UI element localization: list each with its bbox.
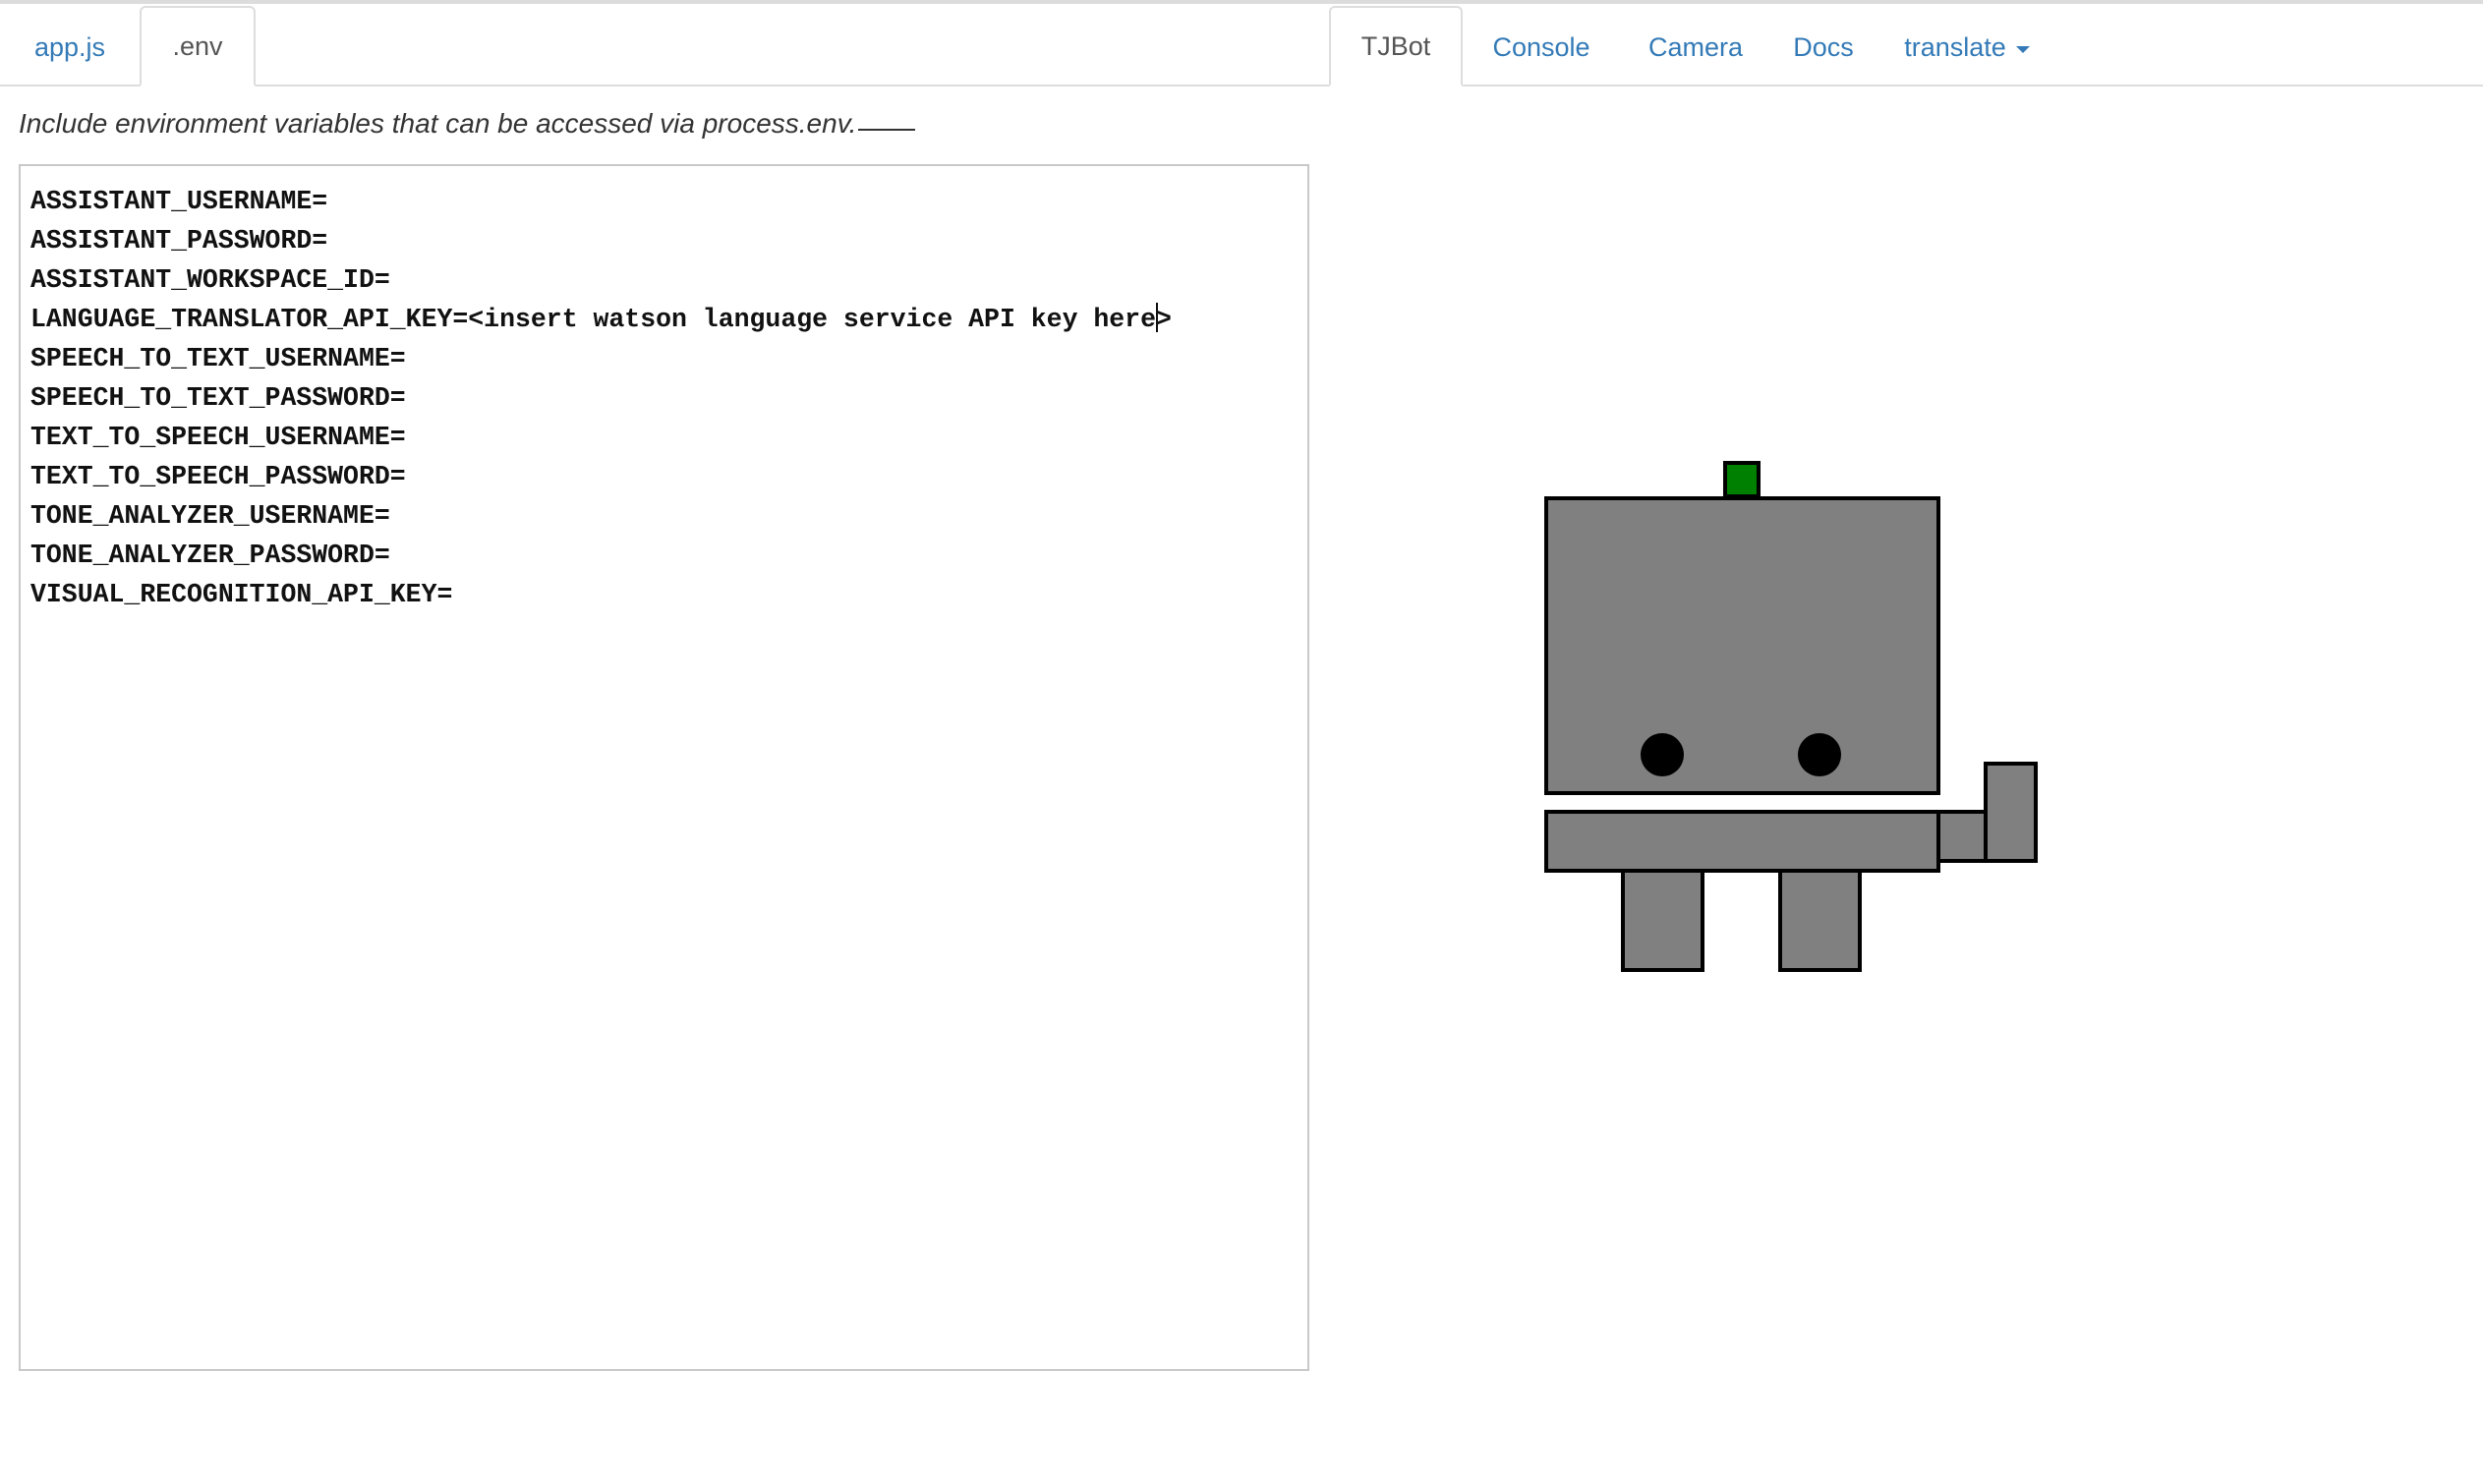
tab-tjbot[interactable]: TJBot [1329, 6, 1463, 86]
tjbot-robot-illustration [1533, 457, 2045, 988]
code-line: SPEECH_TO_TEXT_PASSWORD= [30, 383, 406, 413]
code-line-tail: > [1156, 305, 1172, 334]
env-help-text: Include environment variables that can b… [19, 108, 916, 140]
tab-env[interactable]: .env [140, 6, 256, 86]
robot-led-icon [1723, 461, 1761, 498]
env-help-label: Include environment variables that can b… [19, 108, 857, 139]
code-line: ASSISTANT_WORKSPACE_ID= [30, 265, 390, 295]
code-line: ASSISTANT_PASSWORD= [30, 226, 328, 256]
tab-app-js[interactable]: app.js [0, 8, 140, 86]
env-code-editor[interactable]: ASSISTANT_USERNAME= ASSISTANT_PASSWORD= … [19, 164, 1309, 1371]
robot-left-leg [1621, 869, 1704, 972]
robot-left-eye [1641, 733, 1684, 776]
tab-camera[interactable]: Camera [1626, 8, 1765, 86]
robot-right-leg [1778, 869, 1862, 972]
code-line-with-cursor: LANGUAGE_TRANSLATOR_API_KEY=<insert wats… [30, 300, 1307, 339]
tab-docs[interactable]: Docs [1754, 8, 1893, 86]
code-line-text: LANGUAGE_TRANSLATOR_API_KEY=<insert wats… [30, 305, 1156, 334]
tjbot-editor-page: app.js .env TJBot Console Camera Docs tr… [0, 0, 2483, 1484]
code-line: ASSISTANT_USERNAME= [30, 187, 328, 216]
translate-dropdown[interactable]: translate [1893, 8, 2041, 86]
code-line: TONE_ANALYZER_USERNAME= [30, 501, 390, 531]
code-line: VISUAL_RECOGNITION_API_KEY= [30, 580, 453, 609]
code-line: SPEECH_TO_TEXT_USERNAME= [30, 344, 406, 373]
translate-dropdown-label: translate [1904, 31, 2006, 62]
code-line: TONE_ANALYZER_PASSWORD= [30, 541, 390, 570]
robot-body [1544, 810, 1940, 873]
robot-arm [1936, 810, 1988, 863]
tjbot-robot-svg [1544, 461, 2038, 972]
tool-tab-bar: TJBot Console Camera Docs translate [1329, 4, 2483, 86]
help-underline [858, 129, 916, 131]
code-line: TEXT_TO_SPEECH_USERNAME= [30, 423, 406, 452]
robot-hand [1984, 762, 2038, 863]
editor-tab-bar: app.js .env [0, 4, 1329, 86]
code-line: TEXT_TO_SPEECH_PASSWORD= [30, 462, 406, 491]
caret-down-icon [2015, 45, 2030, 53]
tab-console[interactable]: Console [1457, 8, 1626, 86]
robot-head [1544, 496, 1940, 795]
robot-right-eye [1798, 733, 1841, 776]
